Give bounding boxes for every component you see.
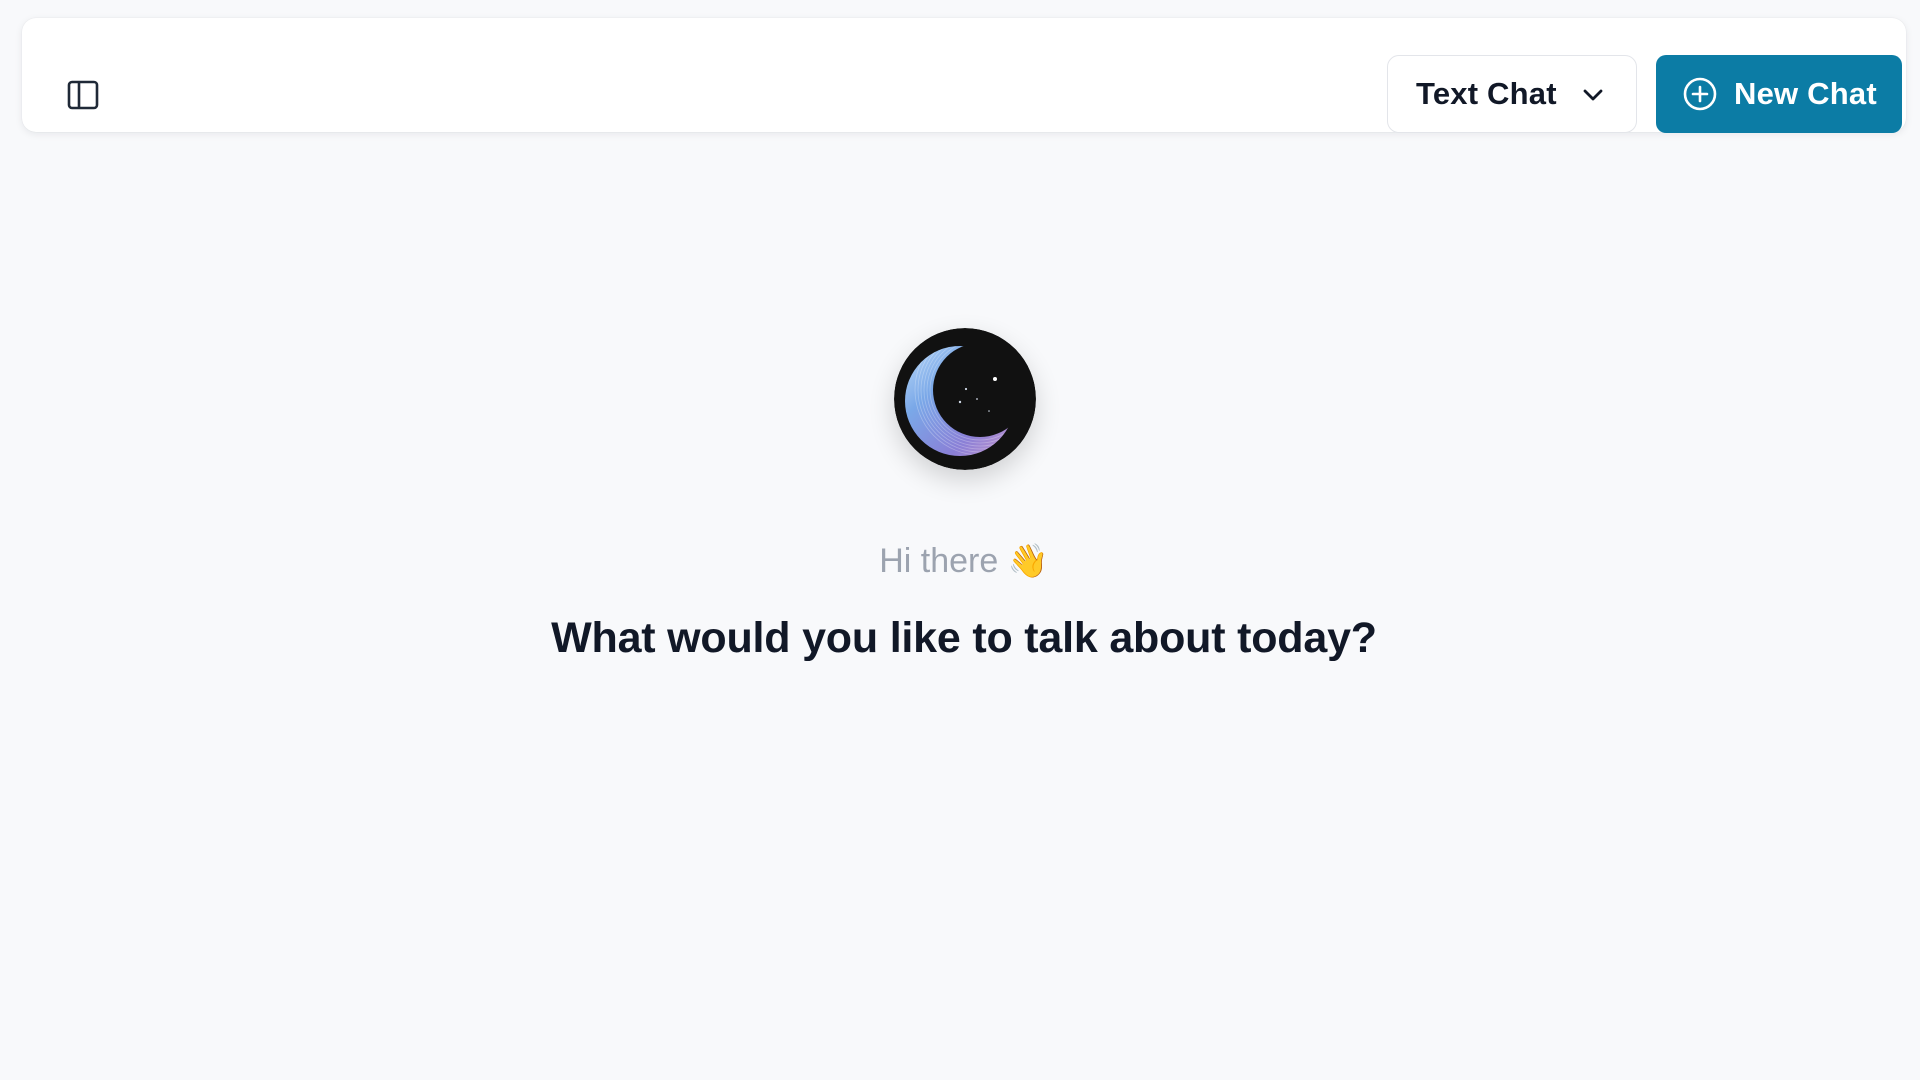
greeting-label: Hi there	[879, 542, 999, 580]
waving-hand-emoji: 👋	[1007, 542, 1049, 579]
crescent-moon-logo	[894, 328, 1036, 470]
welcome-section: Hi there 👋 What would you like to talk a…	[0, 0, 1920, 1080]
chevron-down-icon	[1583, 89, 1603, 101]
new-chat-button[interactable]: New Chat	[1656, 55, 1902, 133]
new-chat-label: New Chat	[1734, 76, 1877, 111]
chat-mode-selected-label: Text Chat	[1416, 76, 1557, 111]
assistant-avatar	[894, 328, 1036, 470]
chat-page: Text Chat New Chat Hi there 👋 What would…	[0, 0, 1920, 1080]
sidebar-toggle-button[interactable]	[62, 74, 104, 116]
plus-circle-icon	[1683, 77, 1717, 111]
welcome-headline: What would you like to talk about today?	[551, 614, 1377, 662]
chat-mode-select[interactable]: Text Chat	[1387, 55, 1637, 133]
sidebar-panel-icon	[67, 80, 99, 110]
top-bar: Text Chat New Chat	[22, 18, 1906, 133]
greeting-text: Hi there 👋	[0, 542, 1920, 581]
